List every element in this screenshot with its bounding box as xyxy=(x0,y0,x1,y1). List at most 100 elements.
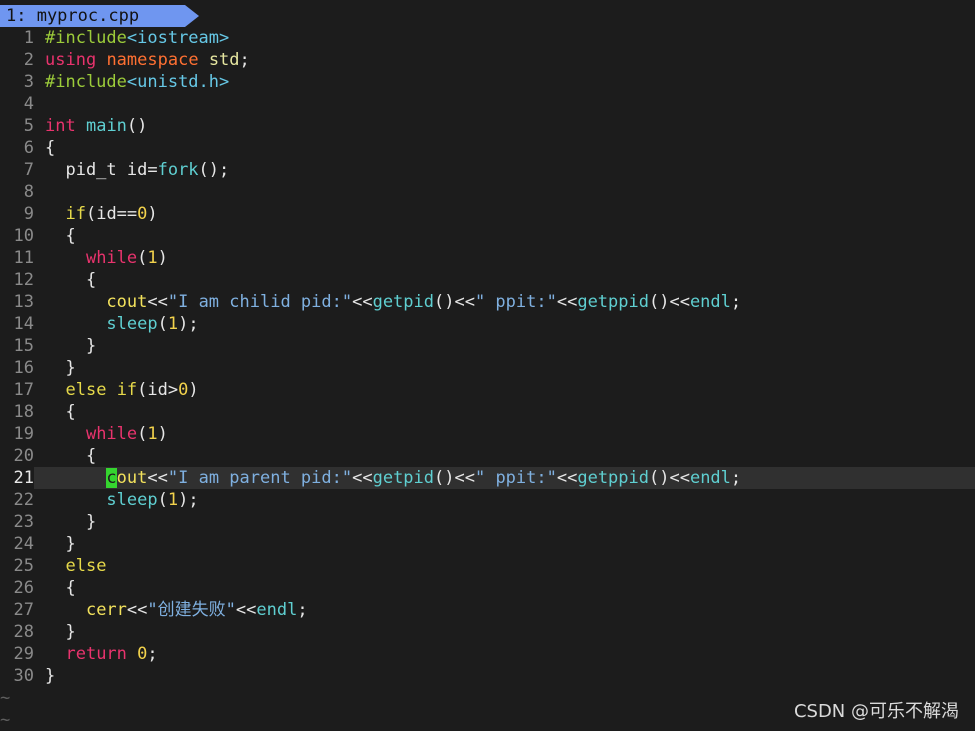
code-line[interactable]: 1 #include<iostream> xyxy=(0,27,975,49)
code-line[interactable]: 27 cerr<<"创建失败"<<endl; xyxy=(0,599,975,621)
code-line[interactable]: 3 #include<unistd.h> xyxy=(0,71,975,93)
line-number: 26 xyxy=(13,578,34,598)
code-line[interactable]: 16 } xyxy=(0,357,975,379)
code-token: { xyxy=(45,578,76,598)
code-text: else xyxy=(45,556,106,576)
line-number: 9 xyxy=(23,204,34,224)
line-number: 23 xyxy=(13,512,34,532)
code-token: ) xyxy=(147,204,158,224)
code-line[interactable]: 22 sleep(1); xyxy=(0,489,975,511)
code-text: } xyxy=(45,336,96,356)
code-token: ()<< xyxy=(649,468,690,488)
empty-line-tilde: ~ xyxy=(0,688,11,708)
line-number: 29 xyxy=(13,644,34,664)
code-token: } xyxy=(45,622,76,642)
code-line[interactable]: 24 } xyxy=(0,533,975,555)
code-line[interactable]: 12 { xyxy=(0,269,975,291)
code-token: using xyxy=(45,50,97,70)
code-token: ; xyxy=(297,600,308,620)
line-number: 6 xyxy=(23,138,34,158)
code-token: ) xyxy=(188,380,199,400)
code-line[interactable]: 5 int main() xyxy=(0,115,975,137)
code-line[interactable]: 14 sleep(1); xyxy=(0,313,975,335)
code-token: } xyxy=(45,358,76,378)
line-number: 4 xyxy=(23,94,34,114)
code-line[interactable]: 15 } xyxy=(0,335,975,357)
code-token: ( xyxy=(157,490,168,510)
code-text: cout<<"I am chilid pid:"<<getpid()<<" pp… xyxy=(45,292,741,312)
tabline: 1: myproc.cpp xyxy=(0,0,975,27)
code-line[interactable]: 7 pid_t id=fork(); xyxy=(0,159,975,181)
code-token: 1 xyxy=(167,314,179,334)
code-line[interactable]: 23 } xyxy=(0,511,975,533)
code-line[interactable]: 13 cout<<"I am chilid pid:"<<getpid()<<"… xyxy=(0,291,975,313)
code-line[interactable]: 9 if(id==0) xyxy=(0,203,975,225)
code-text: } xyxy=(45,358,76,378)
code-token: ); xyxy=(178,314,199,334)
code-token: std xyxy=(208,50,240,70)
code-token: <unistd.h> xyxy=(126,72,230,92)
code-line[interactable]: 29 return 0; xyxy=(0,643,975,665)
code-token: endl xyxy=(256,600,298,620)
code-line[interactable]: 10 { xyxy=(0,225,975,247)
line-number: 30 xyxy=(13,666,34,686)
code-token: { xyxy=(45,138,56,158)
code-line[interactable]: 28 } xyxy=(0,621,975,643)
code-token: endl xyxy=(689,292,731,312)
code-token: ()<< xyxy=(648,292,690,312)
code-text: { xyxy=(45,402,75,422)
code-text: cout<<"I am parent pid:"<<getpid()<<" pp… xyxy=(45,468,741,488)
code-line[interactable]: 25 else xyxy=(0,555,975,577)
tab-myproc-cpp[interactable]: 1: myproc.cpp xyxy=(0,5,185,27)
code-line[interactable]: 11 while(1) xyxy=(0,247,975,269)
code-token: 1 xyxy=(147,248,158,268)
code-text: } xyxy=(45,622,76,642)
code-line[interactable]: 17 else if(id>0) xyxy=(0,379,975,401)
code-text: while(1) xyxy=(45,248,168,268)
code-token: while xyxy=(85,424,138,444)
line-number: 13 xyxy=(13,292,34,312)
code-line[interactable]: 26 { xyxy=(0,577,975,599)
code-token: return xyxy=(65,644,127,664)
code-text: while(1) xyxy=(45,424,168,444)
code-token: if xyxy=(65,204,86,224)
code-token: <iostream> xyxy=(126,28,230,48)
code-token: ( xyxy=(157,314,168,334)
code-line[interactable]: 18 { xyxy=(0,401,975,423)
code-token: ); xyxy=(178,490,199,510)
code-token: while xyxy=(85,248,138,268)
code-line[interactable]: 8 xyxy=(0,181,975,203)
line-number: 21 xyxy=(0,467,34,489)
code-token: ()<< xyxy=(434,468,475,488)
code-line-current[interactable]: 21 cout<<"I am parent pid:"<<getpid()<<"… xyxy=(0,467,975,489)
code-text: #include<iostream> xyxy=(45,28,229,48)
code-line[interactable]: 6{ xyxy=(0,137,975,159)
code-line[interactable]: 19 while(1) xyxy=(0,423,975,445)
line-number: 15 xyxy=(13,336,34,356)
code-token: " ppit:" xyxy=(474,292,557,312)
line-number: 2 xyxy=(23,50,34,70)
code-token: endl xyxy=(689,468,731,488)
code-text: return 0; xyxy=(45,644,158,664)
code-line[interactable]: 30} xyxy=(0,665,975,687)
code-token: { xyxy=(45,226,76,246)
code-line[interactable]: 20 { xyxy=(0,445,975,467)
line-number: 7 xyxy=(23,160,34,180)
line-number: 27 xyxy=(13,600,34,620)
code-line[interactable]: 4 xyxy=(0,93,975,115)
code-token: ; xyxy=(147,644,158,664)
line-number: 24 xyxy=(13,534,34,554)
code-token: " ppit:" xyxy=(474,468,557,488)
code-text: } xyxy=(45,666,55,686)
code-editor[interactable]: 1 #include<iostream> 2 using namespace std;… xyxy=(0,27,975,687)
code-text: using namespace std; xyxy=(45,50,250,70)
code-line[interactable]: 2 using namespace std; xyxy=(0,49,975,71)
